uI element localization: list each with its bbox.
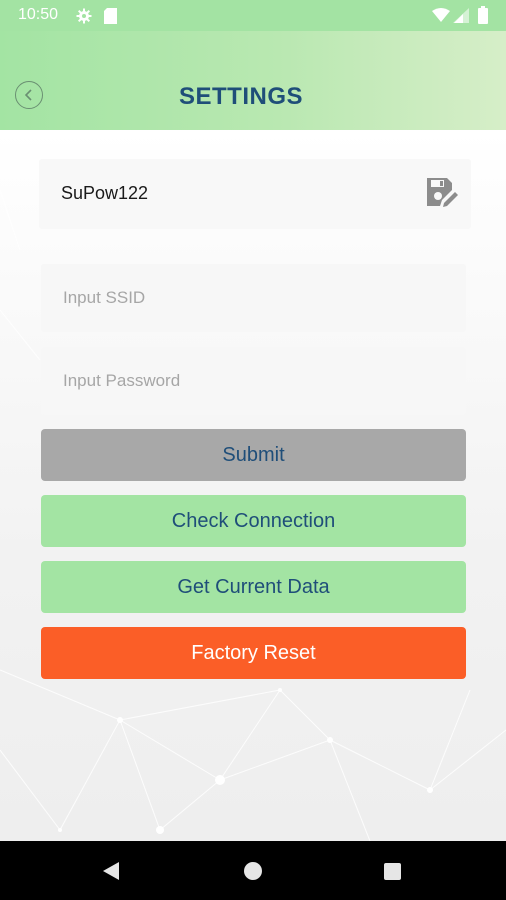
signal-icon: [453, 8, 469, 28]
back-triangle-icon[interactable]: [102, 861, 120, 886]
status-time: 10:50: [18, 6, 59, 23]
ssid-input[interactable]: [41, 264, 466, 332]
settings-content: SuPow122 Submit Check Connection Get Cur…: [0, 130, 506, 841]
recents-square-icon[interactable]: [384, 863, 401, 885]
submit-button[interactable]: Submit: [41, 429, 466, 481]
navigation-bar: [0, 841, 506, 900]
network-background-image: [0, 189, 506, 841]
device-name: SuPow122: [61, 183, 149, 203]
wifi-icon: [432, 8, 450, 27]
header: SETTINGS: [0, 31, 506, 130]
battery-icon: [478, 6, 488, 29]
check-connection-button[interactable]: Check Connection: [41, 495, 466, 547]
save-edit-icon[interactable]: [425, 176, 459, 213]
page-title: SETTINGS: [178, 83, 303, 110]
password-input[interactable]: [41, 347, 466, 415]
factory-reset-button[interactable]: Factory Reset: [41, 627, 466, 679]
device-card: SuPow122: [39, 159, 471, 229]
status-bar: 10:50: [0, 0, 506, 31]
sd-card-icon: [104, 8, 117, 29]
gear-icon: [76, 8, 92, 29]
get-current-data-button[interactable]: Get Current Data: [41, 561, 466, 613]
home-circle-icon[interactable]: [244, 862, 262, 885]
